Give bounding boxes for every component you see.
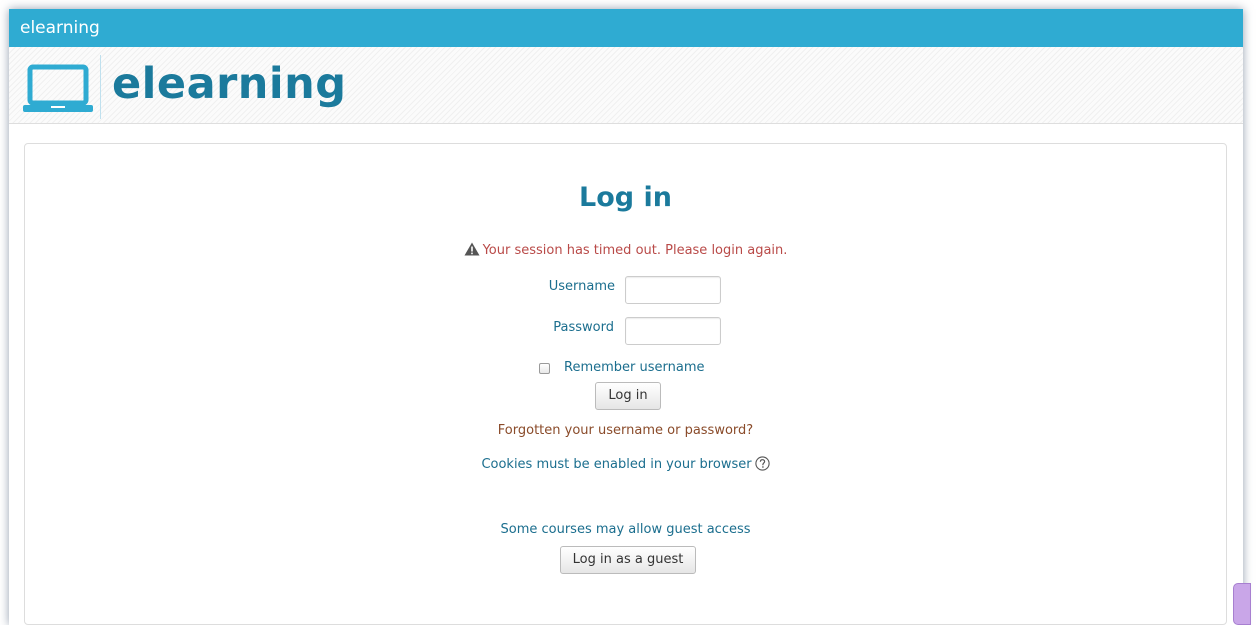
password-input[interactable] <box>625 317 721 345</box>
remember-username-checkbox[interactable] <box>539 363 550 374</box>
forgot-password-link-text[interactable]: Forgotten your username or password? <box>498 423 753 438</box>
laptop-icon <box>23 64 93 112</box>
error-text: Your session has timed out. Please login… <box>482 243 788 258</box>
site-title[interactable]: elearning <box>20 18 100 38</box>
brand-header: elearning <box>9 47 1243 124</box>
guest-login-button[interactable]: Log in as a guest <box>560 546 696 574</box>
page-title: Log in <box>579 182 672 213</box>
username-label: Username <box>548 279 615 294</box>
guest-access-text: Some courses may allow guest access <box>500 522 751 537</box>
username-input[interactable] <box>625 276 721 304</box>
remember-username-label[interactable]: Remember username <box>564 359 705 377</box>
password-label: Password <box>553 320 614 335</box>
login-button[interactable]: Log in <box>595 382 661 410</box>
cookies-notice-text: Cookies must be enabled in your browser <box>481 457 752 472</box>
browser-window: elearning elearning Log in Your session … <box>9 9 1243 625</box>
login-panel: Log in Your session has timed out. Pleas… <box>24 143 1227 625</box>
brand-divider <box>100 55 101 119</box>
top-bar: elearning <box>9 9 1243 47</box>
help-icon[interactable] <box>754 456 770 471</box>
feedback-side-tab[interactable] <box>1233 583 1251 625</box>
brand-name[interactable]: elearning <box>112 60 347 108</box>
guest-access-notice: Some courses may allow guest access <box>25 521 1226 539</box>
warning-icon <box>464 242 480 256</box>
forgot-password-link: Forgotten your username or password? <box>25 422 1226 440</box>
cookies-notice: Cookies must be enabled in your browser <box>25 456 1226 474</box>
session-timeout-alert: Your session has timed out. Please login… <box>25 242 1226 260</box>
